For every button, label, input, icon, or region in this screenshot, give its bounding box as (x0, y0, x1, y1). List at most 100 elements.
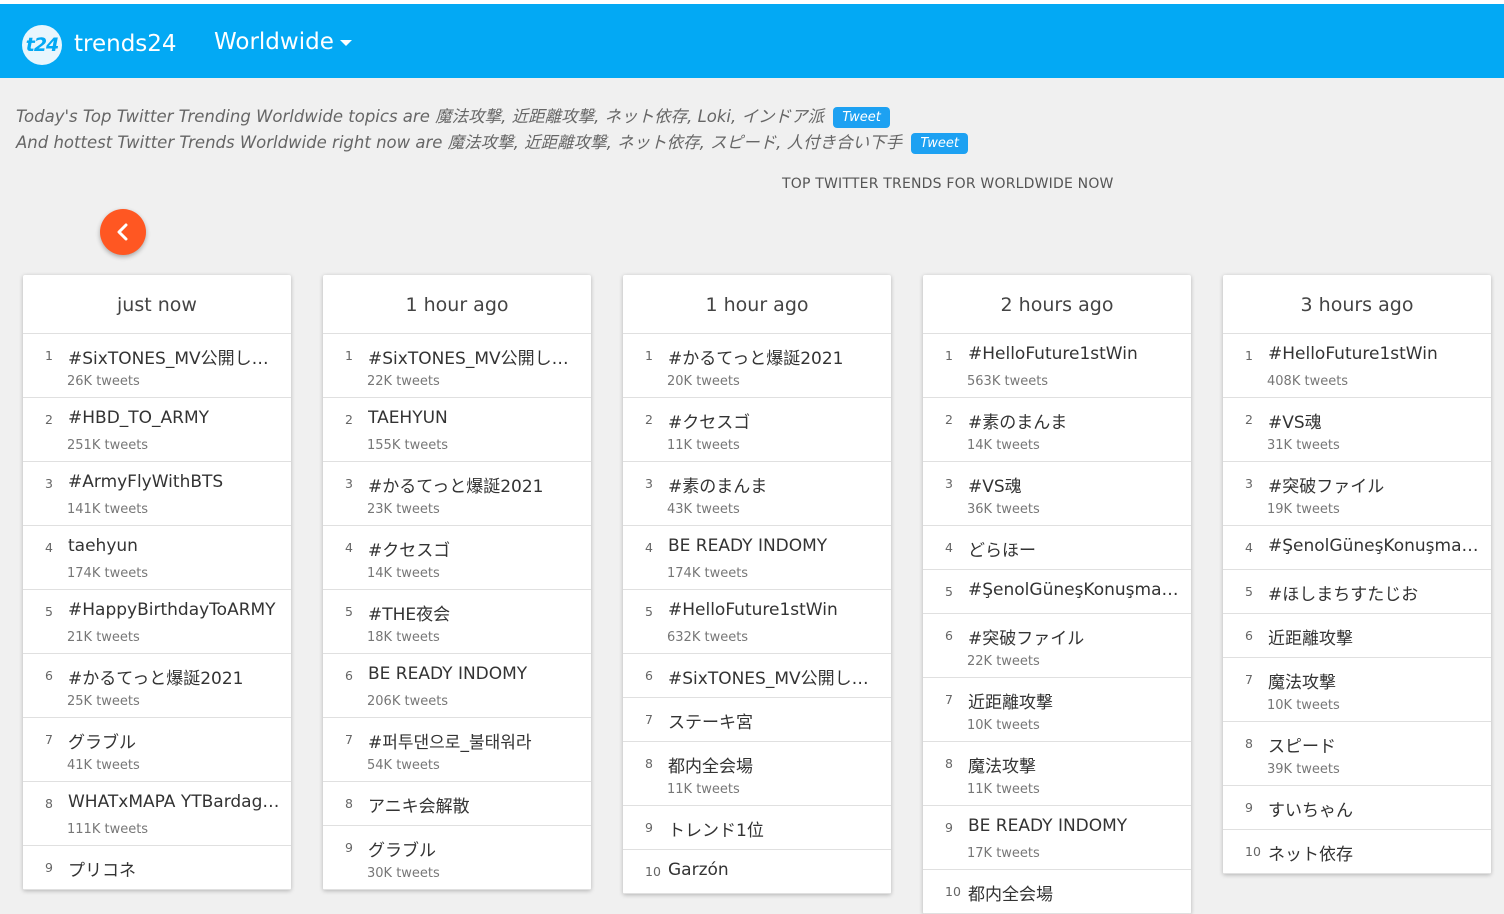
trend-item[interactable]: 6 BE READY INDOMY 206K tweets (323, 654, 591, 718)
trend-item[interactable]: 9 BE READY INDOMY 17K tweets (923, 806, 1191, 870)
trend-item[interactable]: 1 #HelloFuture1stWin 408K tweets (1223, 334, 1491, 398)
trend-link[interactable]: WHATxMAPA YTBardagulan (68, 792, 283, 812)
trend-item[interactable]: 1 #かるてっと爆誕2021 20K tweets (623, 334, 891, 398)
trend-link[interactable]: 魔法攻撃 (968, 752, 1183, 777)
trend-item[interactable]: 5 #HelloFuture1stWin 632K tweets (623, 590, 891, 654)
logo-icon[interactable]: t24 (22, 25, 62, 65)
trend-item[interactable]: 2 #HBD_TO_ARMY 251K tweets (23, 398, 291, 462)
trend-link[interactable]: #ArmyFlyWithBTS (68, 472, 283, 492)
trend-link[interactable]: #SixTONES_MV公開しマ... (668, 664, 883, 689)
previous-button[interactable] (100, 209, 146, 255)
trend-item[interactable]: 7 ステーキ宮 (623, 698, 891, 742)
trend-link[interactable]: #かるてっと爆誕2021 (368, 472, 583, 497)
trend-item[interactable]: 5 #HappyBirthdayToARMY 21K tweets (23, 590, 291, 654)
region-dropdown[interactable]: Worldwide (214, 29, 352, 55)
trend-item[interactable]: 10 Garzón (623, 850, 891, 894)
trend-item[interactable]: 8 スピード 39K tweets (1223, 722, 1491, 786)
trend-item[interactable]: 7 グラブル 41K tweets (23, 718, 291, 782)
trend-link[interactable]: #THE夜会 (368, 600, 583, 625)
trend-link[interactable]: #突破ファイル (968, 624, 1183, 649)
trend-link[interactable]: #HBD_TO_ARMY (68, 408, 283, 428)
tweet-button-1[interactable]: Tweet (833, 107, 890, 128)
trend-item[interactable]: 3 #かるてっと爆誕2021 23K tweets (323, 462, 591, 526)
trend-link[interactable]: #퍼투댄으로_불태워라 (368, 728, 583, 753)
trend-link[interactable]: #ŞenolGüneşKonuşmalısın (1268, 536, 1483, 556)
trend-link[interactable]: スピード (1268, 732, 1483, 757)
trend-link[interactable]: グラブル (68, 728, 283, 753)
trend-link[interactable]: #HelloFuture1stWin (968, 344, 1183, 364)
trend-link[interactable]: #かるてっと爆誕2021 (668, 344, 883, 369)
trend-item[interactable]: 9 トレンド1位 (623, 806, 891, 850)
trend-link[interactable]: ステーキ宮 (668, 708, 883, 733)
trend-link[interactable]: #クセスゴ (368, 536, 583, 561)
trend-link[interactable]: #VS魂 (1268, 408, 1483, 433)
trend-item[interactable]: 3 #突破ファイル 19K tweets (1223, 462, 1491, 526)
trend-item[interactable]: 5 #ほしまちすたじお (1223, 570, 1491, 614)
trend-link[interactable]: プリコネ (68, 856, 283, 881)
trend-item[interactable]: 6 近距離攻撃 (1223, 614, 1491, 658)
trend-link[interactable]: 都内全会場 (668, 752, 883, 777)
trend-link[interactable]: トレンド1位 (668, 816, 883, 841)
trend-link[interactable]: #かるてっと爆誕2021 (68, 664, 283, 689)
trend-item[interactable]: 2 #素のまんま 14K tweets (923, 398, 1191, 462)
trend-item[interactable]: 4 taehyun 174K tweets (23, 526, 291, 590)
trend-link[interactable]: #素のまんま (968, 408, 1183, 433)
tweet-button-2[interactable]: Tweet (911, 133, 968, 154)
trend-item[interactable]: 8 魔法攻撃 11K tweets (923, 742, 1191, 806)
trend-link[interactable]: Garzón (668, 860, 883, 880)
trend-item[interactable]: 2 TAEHYUN 155K tweets (323, 398, 591, 462)
trend-item[interactable]: 4 #クセスゴ 14K tweets (323, 526, 591, 590)
trend-link[interactable]: #HappyBirthdayToARMY (68, 600, 283, 620)
trend-link[interactable]: アニキ会解散 (368, 792, 583, 817)
trend-link[interactable]: #クセスゴ (668, 408, 883, 433)
trend-item[interactable]: 2 #VS魂 31K tweets (1223, 398, 1491, 462)
trend-item[interactable]: 5 #THE夜会 18K tweets (323, 590, 591, 654)
trend-item[interactable]: 7 魔法攻撃 10K tweets (1223, 658, 1491, 722)
trend-link[interactable]: #ŞenolGüneşKonuşmalısın (968, 580, 1183, 600)
trend-link[interactable]: #HelloFuture1stWin (1268, 344, 1483, 364)
trend-link[interactable]: 魔法攻撃 (1268, 668, 1483, 693)
trend-link[interactable]: すいちゃん (1268, 796, 1483, 821)
trend-item[interactable]: 3 #ArmyFlyWithBTS 141K tweets (23, 462, 291, 526)
trend-link[interactable]: ネット依存 (1268, 840, 1483, 865)
trend-item[interactable]: 10 都内全会場 (923, 870, 1191, 914)
trend-item[interactable]: 9 プリコネ (23, 846, 291, 890)
trend-item[interactable]: 3 #素のまんま 43K tweets (623, 462, 891, 526)
trend-link[interactable]: #VS魂 (968, 472, 1183, 497)
trend-item[interactable]: 2 #クセスゴ 11K tweets (623, 398, 891, 462)
trend-link[interactable]: 都内全会場 (968, 880, 1183, 905)
trend-item[interactable]: 4 BE READY INDOMY 174K tweets (623, 526, 891, 590)
trend-item[interactable]: 8 WHATxMAPA YTBardagulan 111K tweets (23, 782, 291, 846)
trend-item[interactable]: 6 #突破ファイル 22K tweets (923, 614, 1191, 678)
trend-link[interactable]: #素のまんま (668, 472, 883, 497)
trend-item[interactable]: 9 グラブル 30K tweets (323, 826, 591, 890)
trend-link[interactable]: BE READY INDOMY (668, 536, 883, 556)
trend-item[interactable]: 1 #HelloFuture1stWin 563K tweets (923, 334, 1191, 398)
trend-link[interactable]: #突破ファイル (1268, 472, 1483, 497)
trend-item[interactable]: 10 ネット依存 (1223, 830, 1491, 874)
trend-item[interactable]: 5 #ŞenolGüneşKonuşmalısın (923, 570, 1191, 614)
trend-link[interactable]: BE READY INDOMY (968, 816, 1183, 836)
trend-link[interactable]: 近距離攻撃 (1268, 624, 1483, 649)
trend-item[interactable]: 1 #SixTONES_MV公開しマ... 22K tweets (323, 334, 591, 398)
trend-link[interactable]: BE READY INDOMY (368, 664, 583, 684)
trend-item[interactable]: 6 #かるてっと爆誕2021 25K tweets (23, 654, 291, 718)
trend-item[interactable]: 6 #SixTONES_MV公開しマ... (623, 654, 891, 698)
trend-item[interactable]: 4 どらほー (923, 526, 1191, 570)
trend-link[interactable]: どらほー (968, 536, 1183, 561)
trend-link[interactable]: #SixTONES_MV公開しマ... (368, 344, 583, 369)
trend-link[interactable]: taehyun (68, 536, 283, 556)
trend-item[interactable]: 8 都内全会場 11K tweets (623, 742, 891, 806)
trend-item[interactable]: 9 すいちゃん (1223, 786, 1491, 830)
trend-link[interactable]: TAEHYUN (368, 408, 583, 428)
trend-link[interactable]: #ほしまちすたじお (1268, 580, 1483, 605)
brand-name[interactable]: trends24 (74, 31, 177, 57)
trend-item[interactable]: 4 #ŞenolGüneşKonuşmalısın (1223, 526, 1491, 570)
trend-link[interactable]: 近距離攻撃 (968, 688, 1183, 713)
trend-link[interactable]: #SixTONES_MV公開しマ... (68, 344, 283, 369)
trend-item[interactable]: 7 #퍼투댄으로_불태워라 54K tweets (323, 718, 591, 782)
trend-item[interactable]: 3 #VS魂 36K tweets (923, 462, 1191, 526)
trend-item[interactable]: 7 近距離攻撃 10K tweets (923, 678, 1191, 742)
trend-link[interactable]: グラブル (368, 836, 583, 861)
trend-link[interactable]: #HelloFuture1stWin (668, 600, 883, 620)
